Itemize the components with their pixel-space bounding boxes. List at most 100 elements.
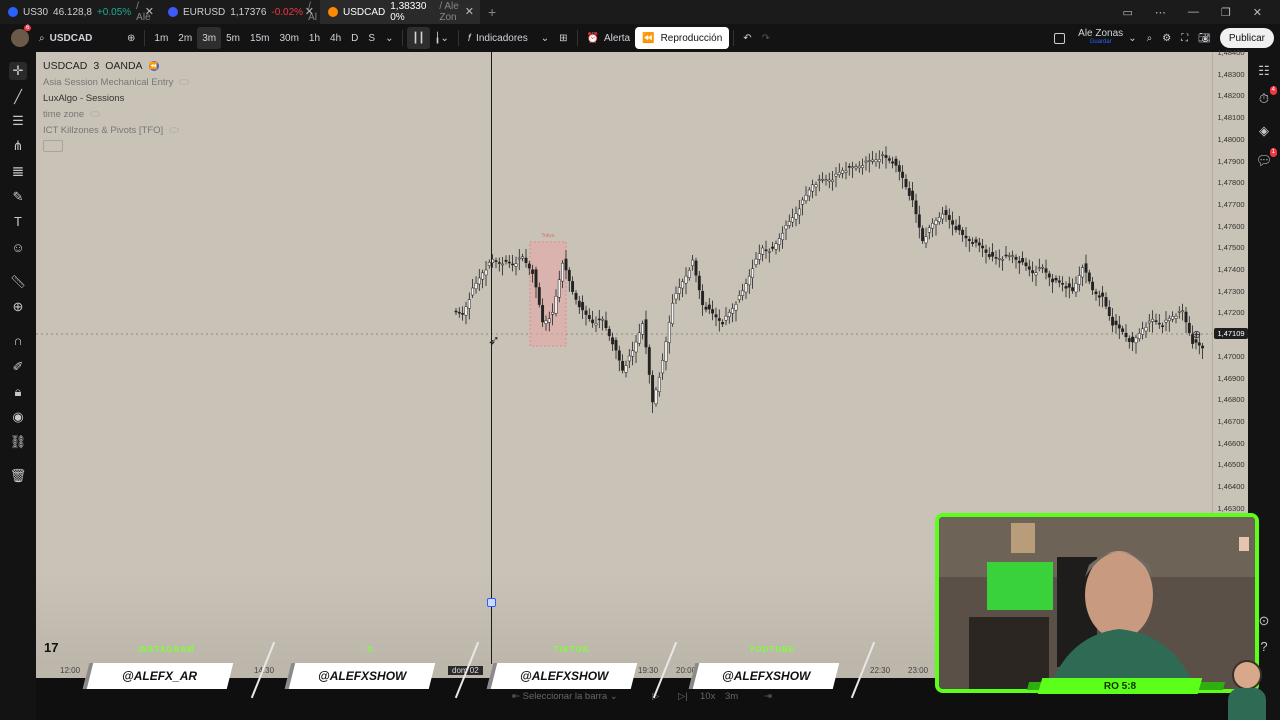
candle-body: [1057, 280, 1061, 283]
hidden-eye-icon[interactable]: [169, 127, 180, 133]
watchlist-icon[interactable]: ☷: [1255, 62, 1273, 80]
alerts-icon[interactable]: ⏱ 4: [1255, 86, 1277, 108]
interval-dropdown[interactable]: ⌄: [380, 27, 398, 49]
price-label: 1,46900: [1217, 373, 1245, 383]
layouts-button[interactable]: ⊞: [554, 27, 572, 49]
candles-button[interactable]: ┃┃: [407, 27, 430, 49]
eye-icon[interactable]: ◉: [9, 408, 27, 426]
tab-eurusd[interactable]: EURUSD 1,17376 -0.02% / Al ✕: [160, 0, 320, 24]
gear-icon: ⚙: [1162, 32, 1172, 44]
interval-4h[interactable]: 4h: [325, 27, 346, 49]
interval-15m[interactable]: 15m: [245, 27, 274, 49]
tradingview-logo[interactable]: 17: [44, 640, 58, 655]
social-handle-banner: @ALEFXSHOW: [486, 663, 638, 689]
pencil-lock-icon[interactable]: ✐: [9, 358, 27, 376]
legend-indicator-row[interactable]: Asia Session Mechanical Entry: [43, 74, 190, 90]
candle-body: [707, 304, 711, 310]
tab-us30[interactable]: US30 46.128,8 +0.05% / Ale ✕: [0, 0, 160, 24]
fib-icon[interactable]: 𝌆: [9, 163, 27, 181]
new-tab-icon[interactable]: +: [480, 4, 504, 20]
alert-button[interactable]: ⏰ Alerta: [582, 27, 636, 49]
candle-body: [624, 365, 628, 373]
price-label: 1,47200: [1217, 308, 1245, 318]
grid-icon: ⊞: [559, 32, 568, 44]
interval-5m[interactable]: 5m: [221, 27, 245, 49]
candle-body: [847, 166, 851, 168]
compare-symbol-button[interactable]: ⊕: [122, 27, 140, 49]
interval-s[interactable]: S: [363, 27, 380, 49]
layout-select[interactable]: Ale Zonas Guardar ⌄: [1049, 27, 1141, 49]
interval-30m[interactable]: 30m: [274, 27, 303, 49]
horizontal-lines-icon[interactable]: ☰: [9, 112, 27, 130]
select-bar-icon: ⇤: [512, 691, 523, 702]
candle-body: [661, 360, 665, 374]
interval-2m[interactable]: 2m: [173, 27, 197, 49]
trendline-icon[interactable]: ╱: [9, 88, 27, 106]
replay-speed[interactable]: 10x: [700, 691, 715, 702]
more-icon[interactable]: ⋯: [1155, 6, 1166, 19]
hidden-eye-icon[interactable]: [179, 79, 190, 85]
chart-type-button[interactable]: ╽⌄: [430, 27, 454, 49]
undo-button[interactable]: ↶: [738, 27, 756, 49]
lock-icon[interactable]: 🔒︎: [9, 383, 27, 401]
chart-legend: USDCAD 3 OANDA ⏪ Asia Session Mechanical…: [43, 58, 190, 152]
forward-button[interactable]: ▷|: [678, 691, 688, 702]
layers-icon[interactable]: ◈: [1255, 122, 1273, 140]
candle-body: [931, 222, 935, 229]
legend-symbol[interactable]: USDCAD: [43, 60, 87, 72]
legend-indicator-row[interactable]: ICT Killzones & Pivots [TFO]: [43, 122, 189, 138]
close-tab-icon[interactable]: ✕: [305, 5, 314, 18]
chat-icon[interactable]: 💬︎ 1: [1255, 148, 1277, 170]
hidden-eye-icon[interactable]: [90, 111, 101, 117]
close-tab-icon[interactable]: ✕: [465, 5, 474, 18]
trash-icon[interactable]: 🗑︎: [9, 467, 27, 485]
settings-button[interactable]: ⚙: [1157, 27, 1176, 49]
crosshair-icon[interactable]: ✛: [9, 62, 27, 80]
replay-mode-icon[interactable]: ⏪: [148, 61, 159, 71]
avatar[interactable]: 6: [6, 25, 34, 49]
replay-interval[interactable]: 3m: [725, 691, 738, 702]
replay-handle[interactable]: [487, 598, 496, 607]
candle-body: [727, 312, 731, 317]
legend-indicator-row[interactable]: time zone: [43, 106, 189, 122]
zoom-icon[interactable]: ⊕: [9, 298, 27, 316]
collapse-legend-button[interactable]: [43, 140, 63, 152]
text-icon[interactable]: T: [9, 213, 27, 231]
indicators-button[interactable]: 𝑓 Indicadores ⌄: [463, 27, 554, 49]
price-label: 1,47300: [1217, 286, 1245, 296]
magnet-icon[interactable]: ∩: [9, 332, 27, 350]
jump-to-realtime-button[interactable]: ⇥: [764, 691, 772, 702]
candle-body: [821, 178, 825, 181]
redo-button[interactable]: ↷: [757, 27, 775, 49]
price-target-icon[interactable]: ⊕: [1192, 328, 1201, 341]
candle-body: [1011, 255, 1015, 257]
pitchfork-icon[interactable]: ⋔: [9, 137, 27, 155]
replay-button[interactable]: ⏪ Reproducción: [635, 27, 730, 49]
tab-usdcad[interactable]: USDCAD 1,38330 0% / Ale Zon ✕: [320, 0, 480, 24]
snapshot-button[interactable]: 📷︎: [1193, 27, 1216, 49]
close-tab-icon[interactable]: ✕: [145, 5, 154, 18]
ruler-icon[interactable]: 📏︎: [9, 273, 27, 291]
link-icon[interactable]: ⛓: [9, 433, 27, 451]
candle-body: [871, 159, 875, 162]
quick-search-button[interactable]: ⌕: [1142, 27, 1158, 49]
candle-body: [884, 155, 888, 158]
symbol-search-button[interactable]: ⌕ USDCAD: [34, 27, 122, 49]
restore-icon[interactable]: ❐: [1221, 6, 1231, 19]
close-window-icon[interactable]: ✕: [1253, 6, 1262, 19]
legend-indicator-row[interactable]: LuxAlgo - Sessions: [43, 90, 189, 106]
interval-d[interactable]: D: [346, 27, 363, 49]
screen-icon[interactable]: ▭: [1123, 6, 1133, 19]
fullscreen-button[interactable]: ⛶: [1176, 27, 1193, 49]
publish-button[interactable]: Publicar: [1219, 28, 1274, 48]
interval-1m[interactable]: 1m: [149, 27, 173, 49]
minimize-icon[interactable]: —: [1188, 6, 1199, 18]
replay-cut-line[interactable]: [491, 52, 492, 664]
interval-1h[interactable]: 1h: [304, 27, 325, 49]
brush-icon[interactable]: ✎: [9, 188, 27, 206]
candle-body: [1107, 307, 1111, 316]
interval-3m[interactable]: 3m: [197, 27, 222, 49]
select-bar-button[interactable]: ⇤ Seleccionar la barra ⌄: [512, 691, 618, 702]
emoji-icon[interactable]: ☺: [9, 239, 27, 257]
browser-tab-bar: US30 46.128,8 +0.05% / Ale ✕ EURUSD 1,17…: [0, 0, 1280, 24]
